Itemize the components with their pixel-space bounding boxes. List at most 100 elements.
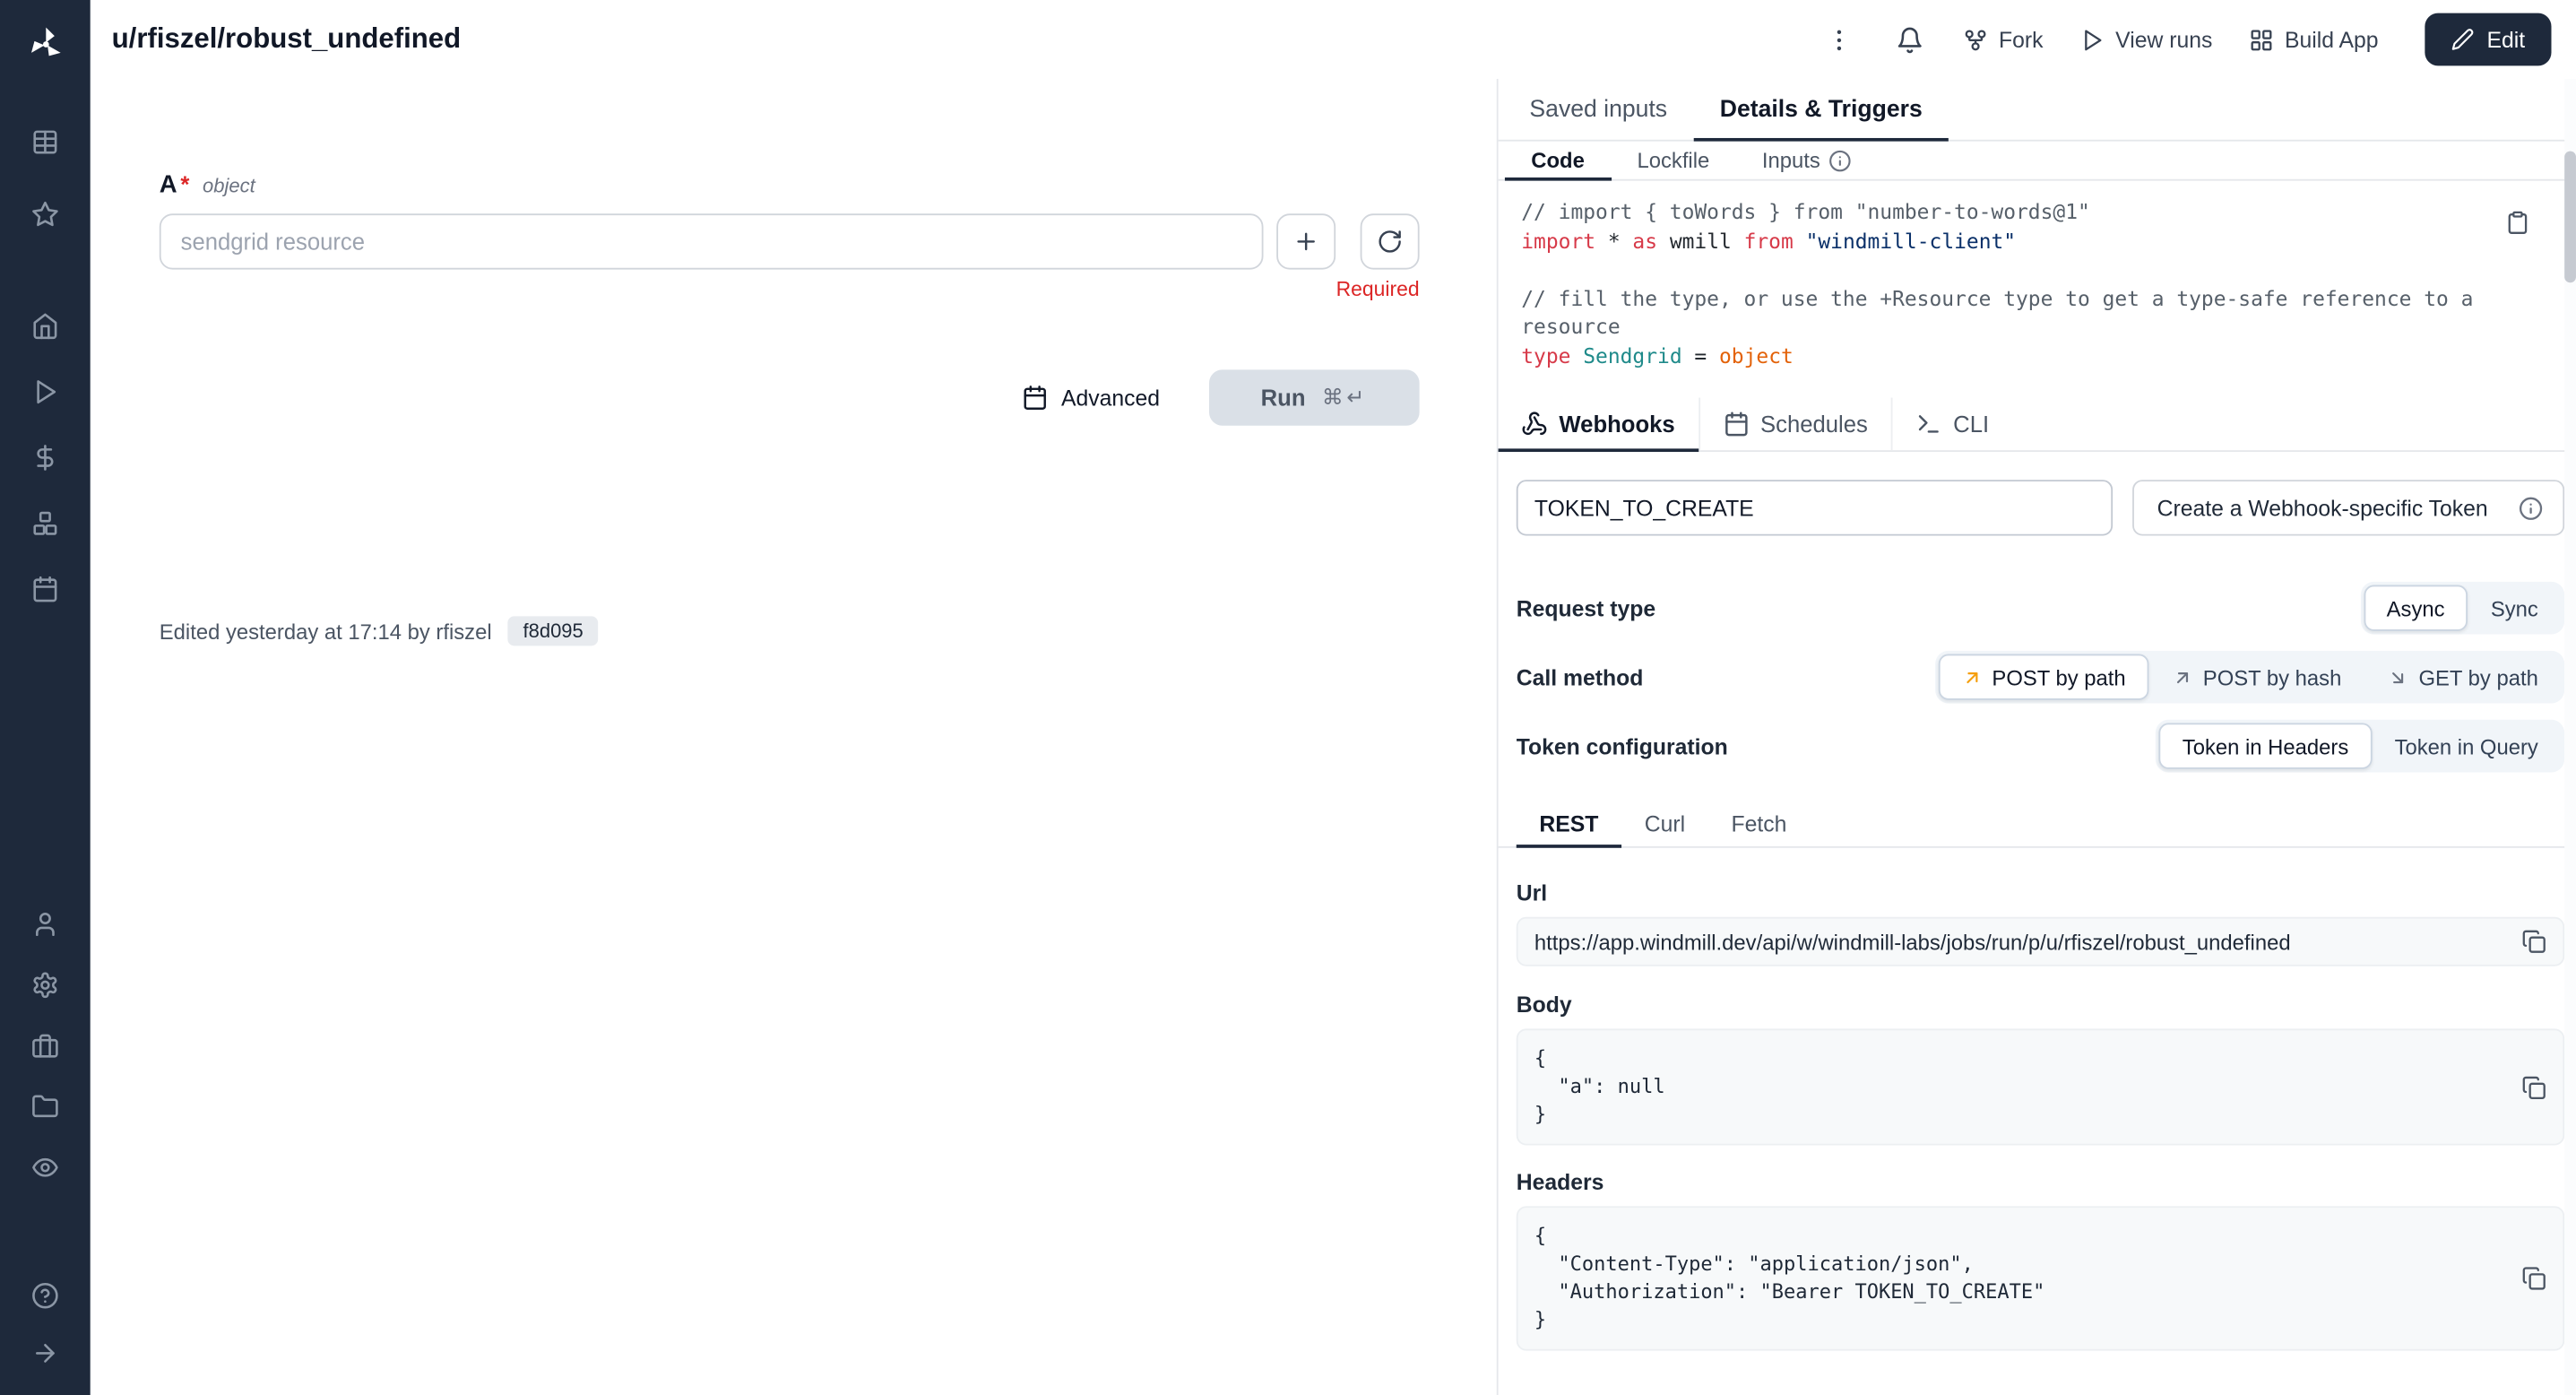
option-post-by-path[interactable]: POST by path — [1938, 654, 2148, 699]
run-label: Run — [1261, 385, 1306, 411]
refresh-button[interactable] — [1361, 213, 1420, 269]
option-post-by-hash[interactable]: POST by hash — [2148, 654, 2364, 699]
sidebar-item-folders[interactable] — [0, 1077, 91, 1138]
run-shortcut: ⌘↵ — [1322, 386, 1368, 410]
windmill-logo-icon[interactable] — [21, 20, 70, 69]
plus-icon — [1292, 229, 1318, 255]
sidebar-item-runs[interactable] — [0, 359, 91, 424]
edit-button[interactable]: Edit — [2425, 13, 2552, 66]
calendar-icon — [1022, 385, 1048, 411]
calendar-icon — [31, 575, 59, 602]
more-options-button[interactable] — [1818, 19, 1859, 60]
sidebar-item-expand[interactable] — [0, 1324, 91, 1382]
folder-icon — [31, 1093, 59, 1121]
boxes-icon — [31, 508, 59, 536]
build-app-button[interactable]: Build App — [2245, 21, 2382, 58]
edited-info: Edited yesterday at 17:14 by rfiszel — [160, 619, 492, 643]
sidebar-item-workers[interactable] — [0, 1016, 91, 1077]
call-method-row: Call method POST by path POST by hash — [1517, 651, 2564, 704]
gear-icon — [31, 971, 59, 999]
copy-body-button[interactable] — [2522, 1075, 2546, 1099]
content-row: A * object Required — [91, 79, 2576, 1395]
git-fork-icon — [1963, 27, 1987, 51]
required-hint: Required — [160, 278, 1420, 301]
sidebar-item-help[interactable] — [0, 1267, 91, 1324]
body-json: { "a": null } — [1534, 1045, 2497, 1129]
main-area: u/rfiszel/robust_undefined Fork View run… — [91, 0, 2576, 1395]
code-editor[interactable]: // import { toWords } from "number-to-wo… — [1499, 181, 2576, 398]
tab-curl[interactable]: Curl — [1621, 801, 1708, 846]
field-type-label: object — [203, 174, 255, 197]
run-button[interactable]: Run ⌘↵ — [1209, 369, 1420, 425]
version-hash-badge[interactable]: f8d095 — [508, 616, 598, 646]
option-get-by-path-label: GET by path — [2418, 664, 2537, 689]
info-icon — [2519, 496, 2543, 520]
option-post-by-path-label: POST by path — [1992, 664, 2125, 689]
scrollbar-track[interactable] — [2564, 79, 2576, 1395]
calendar-icon — [1723, 411, 1749, 437]
request-type-row: Request type Async Sync — [1517, 582, 2564, 635]
sidebar — [0, 0, 91, 1395]
refresh-icon — [1377, 229, 1403, 255]
resource-input[interactable] — [160, 213, 1264, 269]
add-resource-button[interactable] — [1276, 213, 1336, 269]
tab-schedules[interactable]: Schedules — [1699, 398, 1892, 451]
body-label: Body — [1517, 992, 2564, 1017]
scrollbar-thumb[interactable] — [2564, 152, 2576, 283]
arrow-up-right-icon — [2172, 666, 2193, 688]
sidebar-item-variables[interactable] — [0, 424, 91, 490]
edit-label: Edit — [2487, 27, 2526, 51]
sidebar-item-home[interactable] — [0, 292, 91, 358]
sidebar-item-users[interactable] — [0, 894, 91, 955]
tab-details-and-triggers[interactable]: Details & Triggers — [1693, 79, 1949, 140]
copy-code-button[interactable] — [2505, 211, 2529, 235]
token-configuration-toggle: Token in Headers Token in Query — [2156, 720, 2564, 773]
tab-rest[interactable]: REST — [1517, 801, 1621, 846]
copy-headers-button[interactable] — [2522, 1266, 2546, 1290]
fork-label: Fork — [1999, 27, 2043, 51]
details-tab-bar: Saved inputs Details & Triggers — [1499, 79, 2576, 142]
clipboard-icon — [2505, 211, 2529, 235]
option-get-by-path[interactable]: GET by path — [2364, 654, 2561, 699]
sidebar-item-resources[interactable] — [0, 490, 91, 555]
fork-button[interactable]: Fork — [1959, 21, 2046, 58]
advanced-button[interactable]: Advanced — [1022, 385, 1160, 411]
option-token-in-headers[interactable]: Token in Headers — [2159, 723, 2372, 768]
tab-schedules-label: Schedules — [1760, 411, 1868, 437]
tab-lockfile[interactable]: Lockfile — [1611, 142, 1735, 179]
terminal-icon — [1915, 411, 1941, 437]
play-icon — [31, 377, 59, 405]
tab-saved-inputs[interactable]: Saved inputs — [1503, 79, 1693, 140]
notifications-button[interactable] — [1889, 19, 1930, 60]
briefcase-icon — [31, 1032, 59, 1060]
page-title: u/rfiszel/robust_undefined — [112, 23, 462, 56]
webhook-icon — [1521, 411, 1547, 437]
sidebar-item-settings[interactable] — [0, 955, 91, 1016]
option-post-by-hash-label: POST by hash — [2203, 664, 2342, 689]
arrow-down-right-icon — [2388, 666, 2409, 688]
create-token-label: Create a Webhook-specific Token — [2157, 496, 2488, 520]
tab-code[interactable]: Code — [1505, 142, 1611, 179]
request-type-label: Request type — [1517, 595, 1655, 620]
sidebar-item-schedules[interactable] — [0, 556, 91, 621]
view-runs-button[interactable]: View runs — [2076, 21, 2216, 58]
kebab-menu-icon — [1825, 25, 1853, 53]
option-async[interactable]: Async — [2364, 585, 2468, 631]
tab-webhooks[interactable]: Webhooks — [1499, 398, 1700, 451]
trigger-tab-bar: Webhooks Schedules CLI — [1499, 398, 2576, 452]
tab-fetch[interactable]: Fetch — [1708, 801, 1810, 846]
windmill-app: u/rfiszel/robust_undefined Fork View run… — [0, 0, 2576, 1395]
call-method-label: Call method — [1517, 664, 1644, 689]
option-sync[interactable]: Sync — [2468, 585, 2561, 631]
sidebar-item-audit-logs[interactable] — [0, 1137, 91, 1198]
option-token-in-query[interactable]: Token in Query — [2372, 723, 2562, 768]
tab-inputs[interactable]: Inputs — [1736, 142, 1878, 179]
sidebar-item-favorites[interactable] — [0, 178, 91, 250]
url-value-box: https://app.windmill.dev/api/w/windmill-… — [1517, 917, 2564, 966]
copy-url-button[interactable] — [2522, 930, 2546, 954]
tab-cli[interactable]: CLI — [1892, 398, 2011, 451]
create-webhook-token-button[interactable]: Create a Webhook-specific Token — [2132, 480, 2564, 535]
token-input[interactable] — [1517, 480, 2113, 535]
sidebar-item-apps[interactable] — [0, 105, 91, 178]
headers-label: Headers — [1517, 1170, 2564, 1194]
